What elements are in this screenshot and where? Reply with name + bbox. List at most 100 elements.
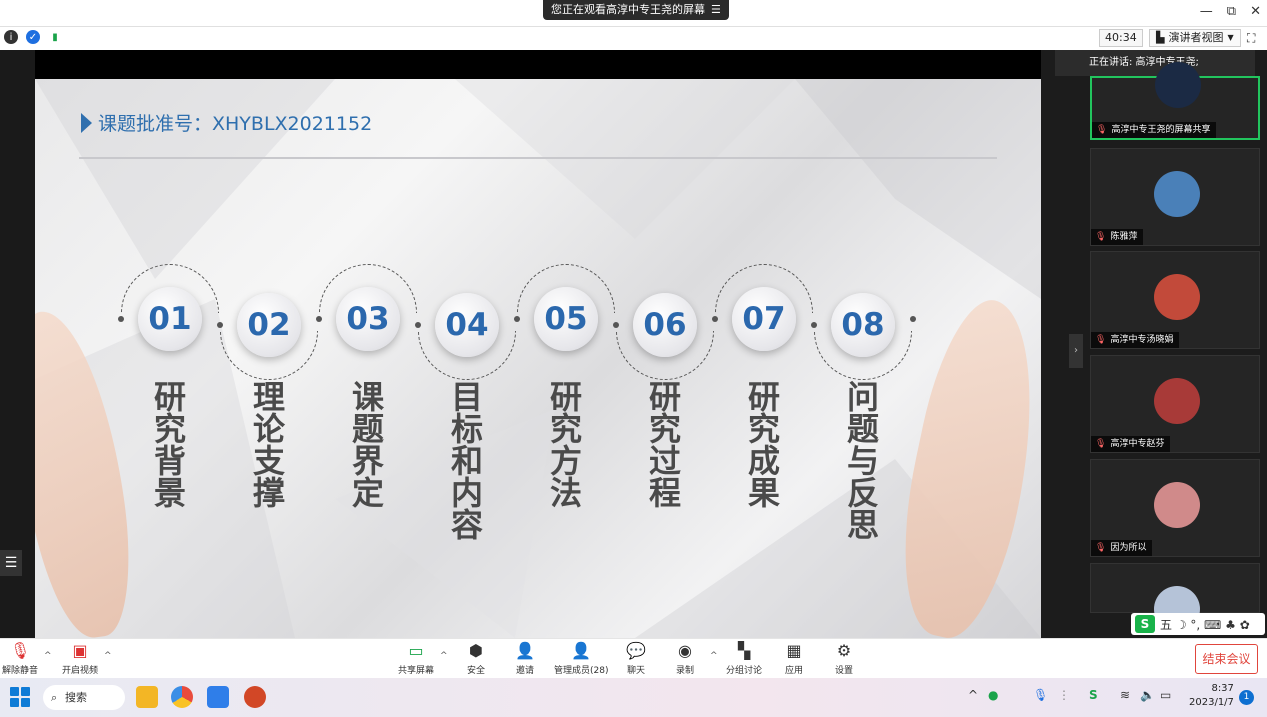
list-toggle-icon[interactable]: ☰ bbox=[0, 550, 22, 576]
shield-icon[interactable]: ✓ bbox=[26, 30, 40, 44]
settings-button[interactable]: ⚙ 设置 bbox=[834, 641, 854, 676]
apps-icon: ▦ bbox=[786, 641, 802, 660]
manage-members-button[interactable]: 👤 管理成员(28) bbox=[554, 641, 608, 676]
info-icon[interactable]: i bbox=[4, 30, 18, 44]
agenda-number: 02 bbox=[237, 293, 301, 357]
participant-name: 陈雅萍 bbox=[1110, 232, 1138, 242]
agenda-label: 研究方法 bbox=[549, 378, 582, 512]
tray-sogou-icon[interactable]: S bbox=[1089, 688, 1098, 702]
avatar bbox=[1155, 62, 1201, 108]
invite-button[interactable]: 👤 邀请 bbox=[515, 641, 535, 676]
windows-taskbar: ⌕ 搜索 ^ ● 🎙 ⋮ S ≋ 🔈 ▭ 8:37 2023/1/7 1 bbox=[0, 678, 1267, 717]
participant-name-tag: 🎙 陈雅萍 bbox=[1091, 229, 1144, 245]
share-screen-label: 共享屏幕 bbox=[398, 666, 435, 676]
fullscreen-icon[interactable]: ⛶ bbox=[1247, 31, 1255, 46]
tray-expand-icon[interactable]: ^ bbox=[968, 688, 978, 702]
video-options-caret[interactable]: ^ bbox=[104, 651, 112, 661]
security-label: 安全 bbox=[466, 666, 485, 676]
windows-start-icon[interactable] bbox=[10, 687, 30, 707]
minimize-icon[interactable]: — bbox=[1200, 4, 1213, 19]
share-screen-button[interactable]: ▭ 共享屏幕 bbox=[398, 641, 434, 676]
participant-name-tag: 🎙 高淳中专赵芬 bbox=[1091, 436, 1171, 452]
record-options-caret[interactable]: ^ bbox=[710, 651, 718, 661]
layout-icon: ▙ bbox=[1156, 31, 1165, 44]
meeting-timer: 40:34 bbox=[1099, 29, 1143, 47]
agenda-number: 05 bbox=[534, 287, 598, 351]
collapse-sidebar-icon[interactable]: › bbox=[1069, 334, 1083, 368]
presentation-slide: 课题批准号：XHYBLX2021152 01 研究背景 02 理论支撑 03 课题界定 04… bbox=[35, 79, 1041, 638]
view-mode-button[interactable]: ▙ 演讲者视图 ▼ bbox=[1149, 29, 1241, 47]
agenda-label: 研究背景 bbox=[153, 378, 186, 512]
participant-tile[interactable]: 🎙 因为所以 bbox=[1090, 459, 1260, 557]
connector-dot bbox=[217, 322, 223, 328]
viewing-banner[interactable]: 您正在观看高淳中专王尧的屏幕 ☰ bbox=[543, 0, 729, 20]
window-title-bar: 您正在观看高淳中专王尧的屏幕 ☰ — ⧉ ✕ bbox=[0, 0, 1267, 27]
ime-mode: 五 ☽ °, ⌨ ♣ ✿ bbox=[1160, 617, 1250, 632]
connector-dot bbox=[811, 322, 817, 328]
participant-tile[interactable]: 🎙 陈雅萍 bbox=[1090, 148, 1260, 246]
connector-dot bbox=[514, 316, 520, 322]
connector-dot bbox=[316, 316, 322, 322]
tray-ime-icon[interactable]: ⋮ bbox=[1058, 688, 1070, 702]
sogou-icon: S bbox=[1135, 615, 1155, 633]
agenda-number: 01 bbox=[138, 287, 202, 351]
mic-off-icon: 🎙 bbox=[1095, 543, 1107, 553]
avatar bbox=[1154, 274, 1200, 320]
view-mode-label: 演讲者视图 bbox=[1168, 31, 1224, 44]
input-method-bar[interactable]: S 五 ☽ °, ⌨ ♣ ✿ bbox=[1131, 613, 1265, 635]
participant-tile[interactable] bbox=[1090, 563, 1260, 632]
restore-icon[interactable]: ⧉ bbox=[1227, 4, 1236, 19]
title-divider bbox=[79, 157, 997, 159]
security-shield-icon: ⬢ bbox=[469, 641, 483, 660]
settings-label: 设置 bbox=[834, 666, 853, 676]
end-meeting-button[interactable]: 结束会议 bbox=[1195, 644, 1258, 674]
agenda-number: 03 bbox=[336, 287, 400, 351]
tray-mic-icon[interactable]: 🎙 bbox=[1033, 688, 1048, 702]
tray-app-icon[interactable]: ● bbox=[988, 688, 998, 702]
mic-off-icon: 🎙 bbox=[10, 641, 31, 660]
apps-button[interactable]: ▦ 应用 bbox=[784, 641, 804, 676]
agenda-label: 目标和内容 bbox=[450, 378, 483, 544]
agenda-label: 问题与反思 bbox=[846, 378, 879, 544]
taskbar-clock[interactable]: 8:37 2023/1/7 bbox=[1189, 682, 1234, 710]
participant-name: 高淳中专赵芬 bbox=[1110, 439, 1165, 449]
share-options-caret[interactable]: ^ bbox=[440, 651, 448, 661]
shared-screen: 课题批准号：XHYBLX2021152 01 研究背景 02 理论支撑 03 课题界定 04… bbox=[35, 50, 1041, 638]
file-explorer-icon[interactable] bbox=[136, 686, 158, 708]
connector-dot bbox=[415, 322, 421, 328]
meeting-app-icon[interactable] bbox=[207, 686, 229, 708]
notification-badge[interactable]: 1 bbox=[1239, 690, 1254, 705]
participant-name: 高淳中专汤晓娟 bbox=[1110, 335, 1174, 345]
agenda-label: 理论支撑 bbox=[252, 378, 285, 512]
window-controls: — ⧉ ✕ bbox=[1200, 4, 1261, 19]
mic-off-icon: 🎙 bbox=[1095, 232, 1107, 242]
participant-name-tag: 🎙 高淳中专汤晓娟 bbox=[1091, 332, 1180, 348]
chat-button[interactable]: 💬 聊天 bbox=[626, 641, 646, 676]
wifi-icon[interactable]: ≋ bbox=[1120, 688, 1130, 702]
avatar bbox=[1154, 378, 1200, 424]
powerpoint-icon[interactable] bbox=[244, 686, 266, 708]
record-button[interactable]: ◉ 录制 bbox=[675, 641, 695, 676]
unmute-button[interactable]: 🎙 解除静音 bbox=[2, 641, 38, 676]
start-video-label: 开启视频 bbox=[62, 666, 99, 676]
agenda-number: 07 bbox=[732, 287, 796, 351]
participant-tile[interactable]: 🎙 高淳中专汤晓娟 bbox=[1090, 251, 1260, 349]
start-video-button[interactable]: ▣ 开启视频 bbox=[62, 641, 98, 676]
battery-icon[interactable]: ▭ bbox=[1160, 688, 1171, 702]
connector-dot bbox=[613, 322, 619, 328]
slide-title-text: 课题批准号：XHYBLX2021152 bbox=[98, 113, 373, 135]
breakout-button[interactable]: ▚ 分组讨论 bbox=[726, 641, 762, 676]
mic-off-icon: 🎙 bbox=[1095, 439, 1107, 449]
participant-tile[interactable]: 🎙 高淳中专王尧的屏幕共享 bbox=[1090, 62, 1260, 140]
speaking-indicator: 正在讲话: 高淳中专王尧; bbox=[1055, 50, 1255, 76]
taskbar-search[interactable]: ⌕ 搜索 bbox=[43, 685, 125, 710]
signal-icon[interactable]: ▮ bbox=[48, 30, 62, 44]
participant-name-tag: 🎙 高淳中专王尧的屏幕共享 bbox=[1092, 122, 1217, 138]
volume-icon[interactable]: 🔈 bbox=[1140, 688, 1155, 702]
close-icon[interactable]: ✕ bbox=[1250, 4, 1261, 19]
security-button[interactable]: ⬢ 安全 bbox=[466, 641, 486, 676]
participant-tile[interactable]: 🎙 高淳中专赵芬 bbox=[1090, 355, 1260, 453]
menu-icon[interactable]: ☰ bbox=[711, 0, 721, 20]
audio-options-caret[interactable]: ^ bbox=[44, 651, 52, 661]
browser-icon[interactable] bbox=[171, 686, 193, 708]
